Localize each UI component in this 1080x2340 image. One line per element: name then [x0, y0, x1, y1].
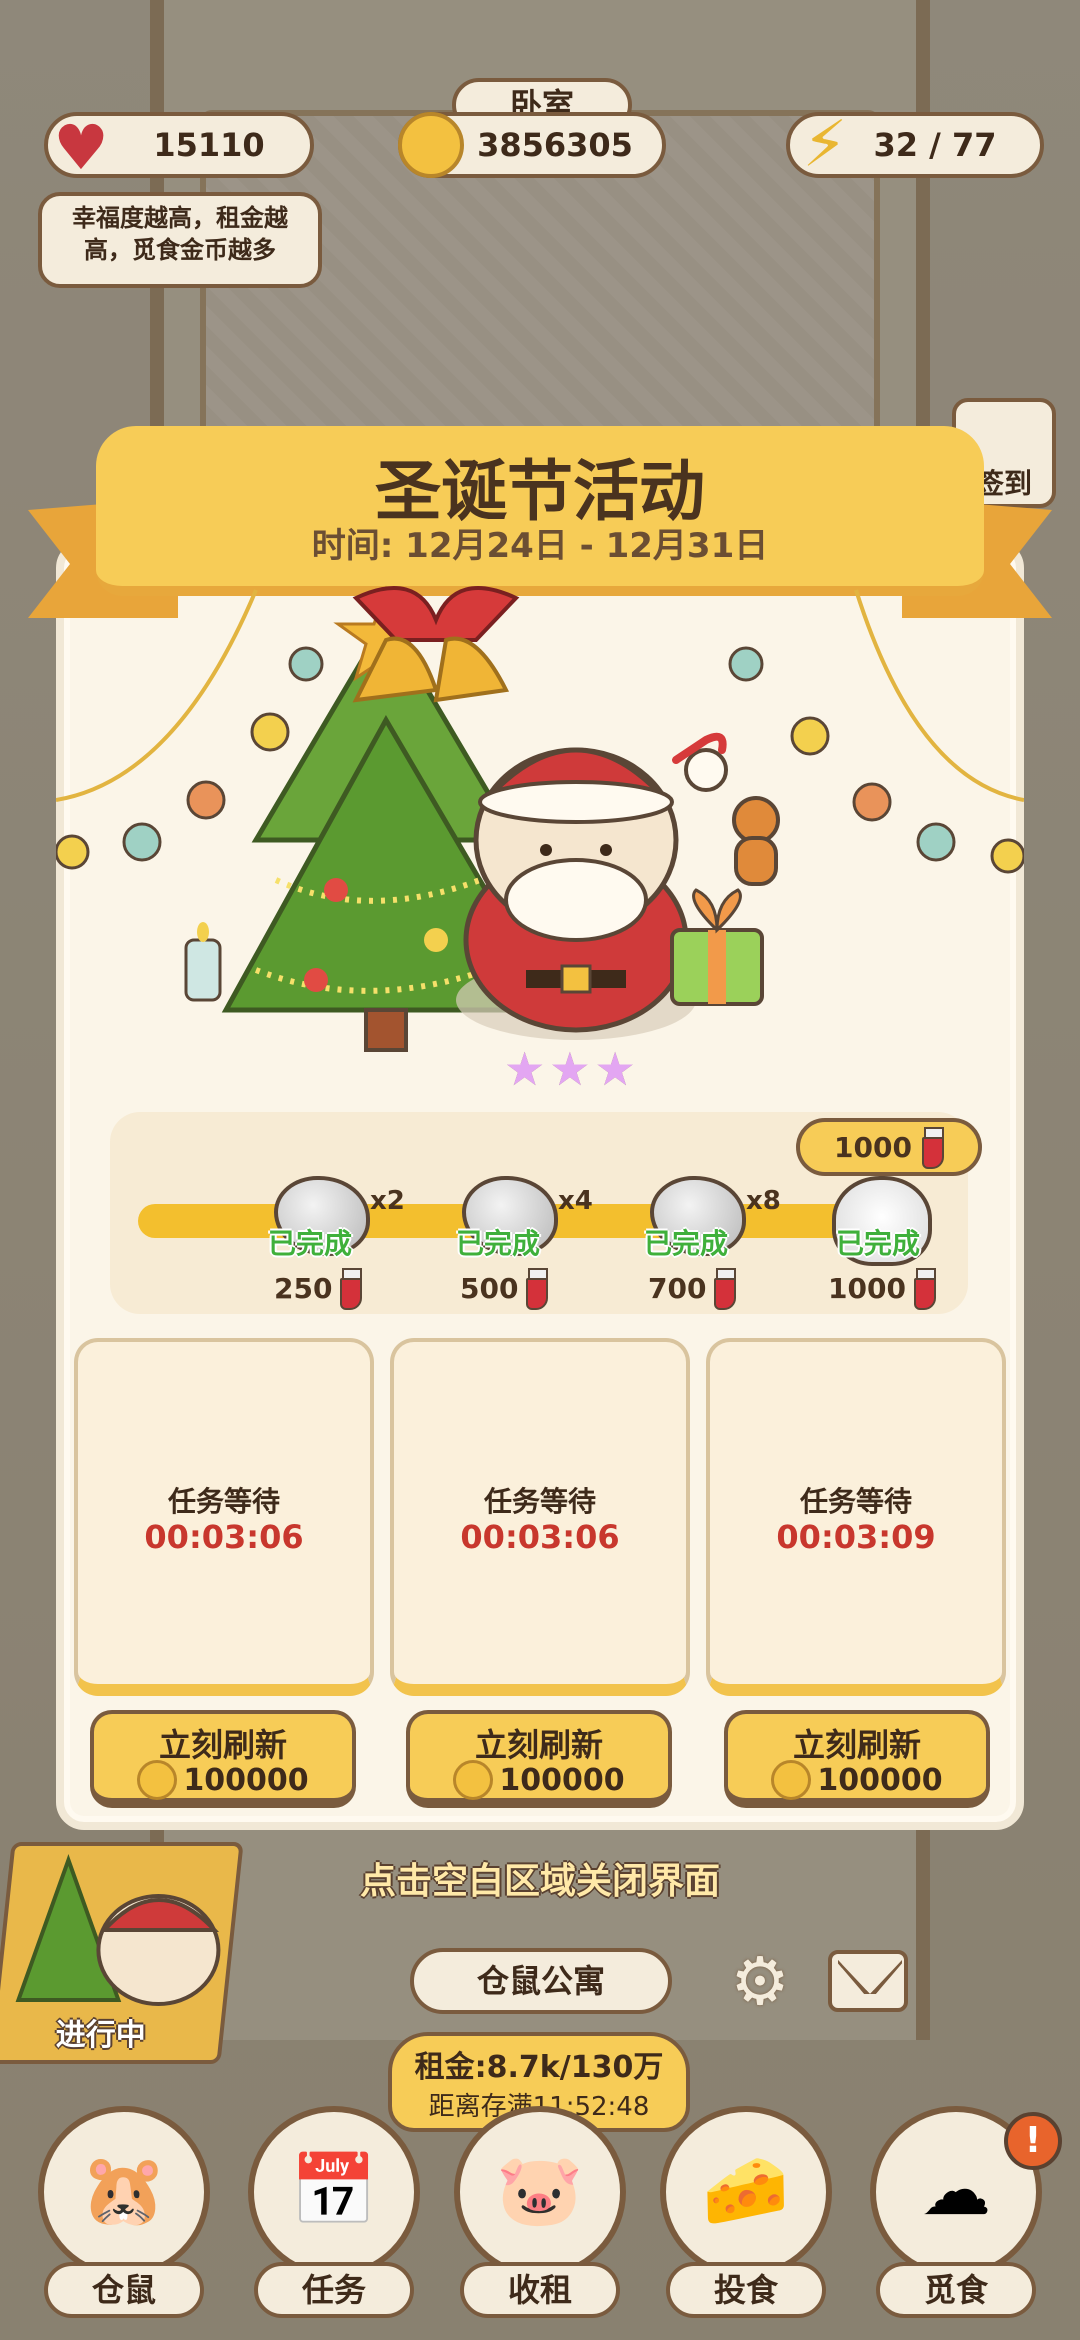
happiness-tip: 幸福度越高，租金越高，觅食金币越多: [38, 192, 322, 288]
milestone-cost-value: 1000: [828, 1271, 906, 1305]
mail-icon[interactable]: [828, 1950, 908, 2012]
energy-counter: ⚡ 32 / 77: [786, 108, 1044, 182]
milestone-multiplier: x2: [370, 1186, 405, 1216]
task-status: 任务等待: [167, 1485, 280, 1518]
coin-value: 3856305: [477, 126, 633, 164]
milestone-status: 已完成: [456, 1227, 541, 1260]
nav-feed[interactable]: 🧀 投食: [656, 2106, 836, 2340]
coin-icon: [398, 112, 464, 178]
star-icon: ★: [504, 1042, 546, 1096]
stocking-icon: [710, 1268, 737, 1310]
stocking-icon: [910, 1268, 936, 1310]
task-card-3[interactable]: 任务等待 00:03:09: [706, 1338, 1006, 1696]
christmas-illustration: [56, 585, 1024, 1052]
milestone-cost-value: 700: [648, 1271, 707, 1305]
coin-icon: [453, 1760, 494, 1800]
nav-label: 仓鼠: [44, 2262, 204, 2318]
task-timer: 00:03:09: [776, 1518, 936, 1556]
light-bulb: [916, 822, 956, 862]
event-time: 时间: 12月24日 - 12月31日: [311, 526, 769, 566]
coin-icon: [137, 1760, 178, 1800]
event-status: 进行中: [55, 2018, 146, 2053]
milestone-multiplier: x4: [558, 1186, 593, 1216]
star-icon: ★: [549, 1042, 591, 1096]
lightning-icon: ⚡: [802, 108, 848, 182]
gift-box: [670, 888, 764, 1006]
happiness-value: 15110: [153, 126, 265, 164]
star-icon: ★: [594, 1042, 636, 1096]
piggy-bank-icon: 🐷: [496, 2148, 584, 2231]
nav-tasks[interactable]: 📅 任务: [244, 2106, 424, 2340]
gingerbread-man: [732, 796, 780, 886]
milestone-cost-value: 250: [274, 1271, 333, 1305]
milestone-cost: 700: [648, 1268, 737, 1310]
refresh-price: 100000: [728, 1760, 986, 1800]
refresh-cost: 100000: [817, 1762, 943, 1798]
rent-amount: 租金:8.7k/130万: [414, 2050, 664, 2085]
milestone-cost: 500: [460, 1268, 549, 1310]
light-bulb: [122, 822, 162, 862]
mini-tree-icon: [15, 1854, 221, 2006]
task-status: 任务等待: [483, 1485, 596, 1518]
refresh-cost: 100000: [499, 1762, 625, 1798]
reward-bubble: 1000: [796, 1118, 982, 1176]
energy-value: 32 / 77: [873, 126, 997, 164]
milestone-status: 已完成: [644, 1227, 729, 1260]
christmas-event-badge[interactable]: 进行中: [0, 1842, 244, 2064]
cloud-hamster-icon: ☁: [921, 2149, 991, 2231]
nav-label: 觅食: [876, 2262, 1036, 2318]
nav-label: 收租: [460, 2262, 620, 2318]
task-status: 任务等待: [799, 1485, 912, 1518]
light-bulb: [852, 782, 892, 822]
milestone-cost: 250: [274, 1268, 363, 1310]
nav-hamster[interactable]: 🐹 仓鼠: [34, 2106, 214, 2340]
apartment-sign[interactable]: 仓鼠公寓: [410, 1948, 672, 2014]
milestone-cost-value: 500: [460, 1271, 519, 1305]
light-bulb: [728, 646, 764, 682]
nav-collect-rent[interactable]: 🐷 收租: [450, 2106, 630, 2340]
milestone-status: 已完成: [268, 1227, 353, 1260]
milestone-multiplier: x8: [746, 1186, 781, 1216]
light-bulb: [990, 838, 1024, 874]
task-card-1[interactable]: 任务等待 00:03:06: [74, 1338, 374, 1696]
milestone-status: 已完成: [836, 1227, 921, 1260]
reward-bubble-value: 1000: [834, 1130, 912, 1164]
hamster-icon: 🐹: [80, 2148, 168, 2231]
heart-icon: ♥: [53, 110, 109, 184]
calendar-icon: 📅: [290, 2148, 378, 2231]
light-bulb: [790, 716, 830, 756]
stocking-icon: [336, 1268, 363, 1310]
nav-label: 任务: [254, 2262, 414, 2318]
light-bulb: [288, 646, 324, 682]
food-plate-icon: 🧀: [702, 2148, 790, 2231]
coin-counter: 3856305: [398, 112, 666, 178]
stocking-icon: [918, 1127, 944, 1169]
stocking-icon: [522, 1268, 549, 1310]
refresh-price: 100000: [94, 1760, 352, 1800]
light-bulb: [56, 834, 90, 870]
star-rating: ★ ★ ★: [504, 1042, 636, 1096]
refresh-button-2[interactable]: 立刻刷新 100000: [406, 1710, 672, 1808]
task-timer: 00:03:06: [144, 1518, 304, 1556]
refresh-button-3[interactable]: 立刻刷新 100000: [724, 1710, 990, 1808]
task-card-2[interactable]: 任务等待 00:03:06: [390, 1338, 690, 1696]
refresh-button-1[interactable]: 立刻刷新 100000: [90, 1710, 356, 1808]
light-bulb: [250, 712, 290, 752]
task-timer: 00:03:06: [460, 1518, 620, 1556]
happiness-counter: ♥ 15110: [44, 111, 314, 184]
gear-icon[interactable]: ⚙: [722, 1944, 798, 2020]
coin-icon: [771, 1760, 812, 1800]
refresh-price: 100000: [410, 1760, 668, 1800]
light-bulb: [186, 780, 226, 820]
refresh-cost: 100000: [183, 1762, 309, 1798]
alert-badge: !: [1004, 2112, 1062, 2170]
milestone-cost: 1000: [828, 1268, 936, 1310]
nav-label: 投食: [666, 2262, 826, 2318]
